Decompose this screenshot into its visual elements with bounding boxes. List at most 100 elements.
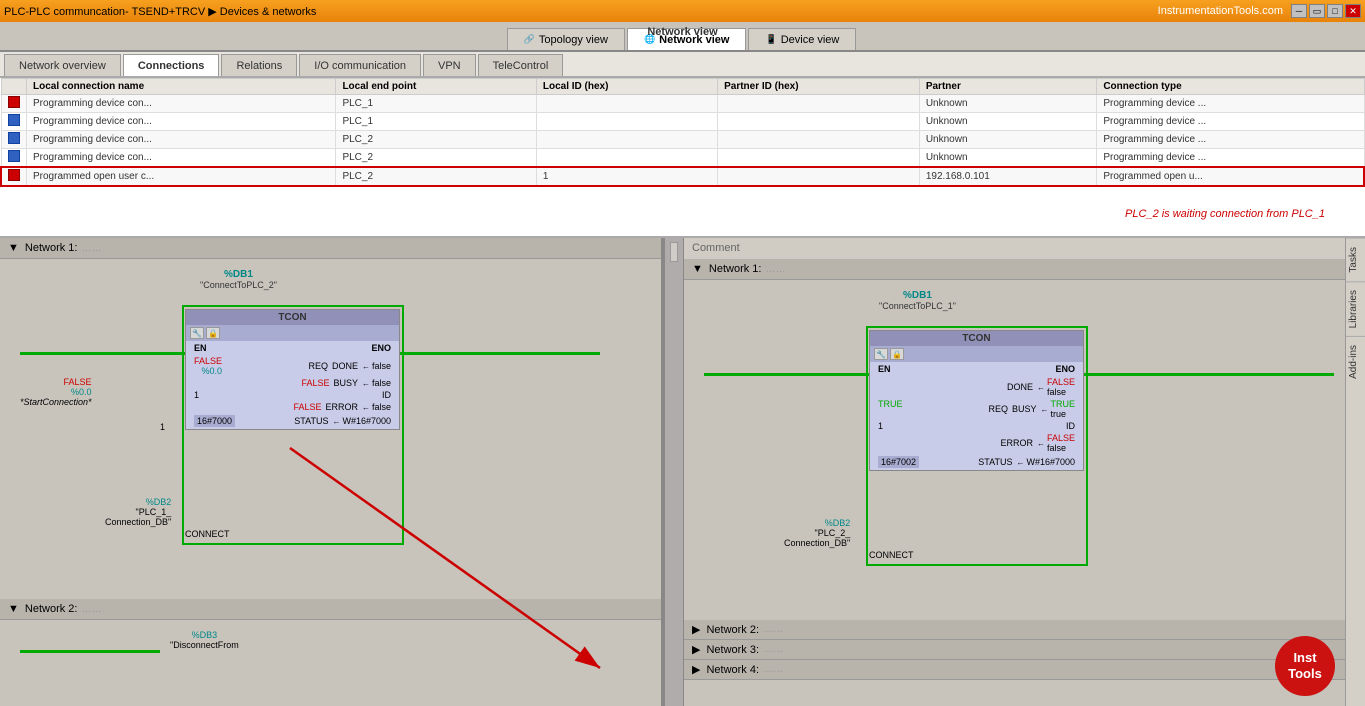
minimize-btn[interactable]: ─ [1291, 4, 1307, 18]
sidebar-libraries[interactable]: Libraries [1346, 281, 1365, 336]
left-start-conn-block: FALSE %0.0 *StartConnection* [20, 377, 92, 407]
topology-view-tab[interactable]: 🔗 Topology view [507, 28, 625, 50]
right-true2: TRUE [878, 399, 903, 409]
table-row[interactable]: Programming device con... PLC_1 Unknown … [1, 95, 1364, 113]
tab-io-communication[interactable]: I/O communication [299, 54, 421, 76]
row-icon-red [8, 96, 20, 108]
row-local-id [536, 113, 717, 131]
table-row[interactable]: Programming device con... PLC_1 Unknown … [1, 113, 1364, 131]
right-error-label: ERROR [1000, 438, 1033, 448]
right-done-row: DONE ← FALSE false [870, 376, 1083, 398]
comment-label: Comment [684, 238, 1345, 259]
left-false1-outer: FALSE [20, 377, 92, 387]
left-pct0: %0.0 [194, 366, 222, 376]
left-conn-db: Connection_DB" [105, 517, 171, 527]
tab-relations[interactable]: Relations [221, 54, 297, 76]
col-local-name: Local connection name [27, 79, 336, 95]
right-false-done: false [1047, 387, 1075, 397]
col-partner: Partner [919, 79, 1096, 95]
collapse-icon2[interactable]: ▼ [8, 603, 19, 615]
right-db1-name: "ConnectToPLC_1" [879, 301, 956, 311]
row-local-name: Programming device con... [27, 149, 336, 168]
left-en-label: EN [194, 343, 207, 353]
left-req-label: REQ [308, 361, 328, 371]
right-network1-dots: …… [765, 264, 785, 275]
right-id-val: 1 [878, 421, 883, 431]
right-collapse-icon[interactable]: ▼ [692, 263, 703, 275]
collapse-icon[interactable]: ▼ [8, 242, 19, 254]
row-conn-type: Programmed open u... [1097, 167, 1364, 186]
network-view-center-label: Network view [647, 26, 717, 38]
right-tcon-icon2[interactable]: 🔒 [890, 348, 904, 360]
sidebar-tasks[interactable]: Tasks [1346, 238, 1365, 281]
right-db2-block: %DB2 "PLC_2_ Connection_DB" [784, 518, 850, 548]
left-connect: CONNECT [185, 529, 230, 539]
row-local-id [536, 131, 717, 149]
row-icon-blue [8, 132, 20, 144]
left-tcon-title: TCON [186, 310, 399, 325]
left-error-label: ERROR [325, 402, 358, 412]
right-false-error: false [1047, 443, 1075, 453]
left-network2-content: %DB3 "DisconnectFrom [0, 620, 661, 700]
right-collapse4[interactable]: ▶ [692, 663, 700, 676]
tab-vpn[interactable]: VPN [423, 54, 476, 76]
website-label: InstrumentationTools.com [1158, 5, 1283, 17]
right-false2: FALSE [1047, 433, 1075, 443]
right-tcon-icon1[interactable]: 🔧 [874, 348, 888, 360]
right-en-line [704, 373, 869, 376]
sidebar-addins[interactable]: Add-ins [1346, 336, 1365, 387]
scroll-handle[interactable] [670, 242, 678, 262]
right-error-row: ERROR ← FALSE false [870, 432, 1083, 454]
right-network3-header[interactable]: ▶ Network 3: …… [684, 640, 1345, 660]
left-done-label: DONE [332, 361, 358, 371]
right-true-busy-val: true [1051, 409, 1076, 419]
row-partner: Unknown [919, 131, 1096, 149]
row-local-name: Programming device con... [27, 95, 336, 113]
close-btn[interactable]: ✕ [1345, 4, 1361, 18]
row-local-id [536, 95, 717, 113]
right-id-1: 1 [878, 421, 883, 431]
left-busy-out: ← false [362, 378, 391, 388]
maximize-btn[interactable]: □ [1327, 4, 1343, 18]
left-network-panel: ▼ Network 1: …… %DB1 "ConnectToPLC_2" TC… [0, 238, 664, 706]
right-collapse2[interactable]: ▶ [692, 623, 700, 636]
left-false-done: false [372, 361, 391, 371]
titlebar: PLC-PLC communcation- TSEND+TRCV ▶ Devic… [0, 0, 1365, 22]
right-en-eno: EN ENO [870, 362, 1083, 376]
tab-network-overview[interactable]: Network overview [4, 54, 121, 76]
row-local-id: 1 [536, 167, 717, 186]
left-db2-label: %DB2 [105, 497, 171, 507]
right-true-busy: TRUE [1051, 399, 1076, 409]
restore-btn[interactable]: ▭ [1309, 4, 1325, 18]
tab-telecontrol[interactable]: TeleControl [478, 54, 564, 76]
left-tcon-icon2[interactable]: 🔒 [206, 327, 220, 339]
left-one: 1 [194, 390, 199, 400]
right-conn-db: Connection_DB" [784, 538, 850, 548]
titlebar-title: PLC-PLC communcation- TSEND+TRCV ▶ Devic… [4, 5, 316, 18]
right-collapse3[interactable]: ▶ [692, 643, 700, 656]
left-req-left: FALSE %0.0 [194, 356, 222, 376]
right-network2-header[interactable]: ▶ Network 2: …… [684, 620, 1345, 640]
left-status-out: ← W#16#7000 [332, 416, 391, 426]
connection-tabs: Network overview Connections Relations I… [0, 52, 1365, 78]
inst-logo-line1: Inst [1293, 650, 1316, 666]
left-status-label: STATUS [294, 416, 328, 426]
right-network4-header[interactable]: ▶ Network 4: …… [684, 660, 1345, 680]
right-hex-label: 16#7002 [878, 456, 919, 468]
table-row-highlighted[interactable]: Programmed open user c... PLC_2 1 192.16… [1, 167, 1364, 186]
main-container: Network overview Connections Relations I… [0, 52, 1365, 706]
right-tcon-block: TCON 🔧 🔒 EN ENO [869, 330, 1084, 471]
left-tcon-icon1[interactable]: 🔧 [190, 327, 204, 339]
row-conn-type: Programming device ... [1097, 149, 1364, 168]
right-network2-label: Network 2: [706, 624, 759, 636]
device-view-tab[interactable]: 📱 Device view [748, 28, 856, 50]
right-req-row: TRUE REQ BUSY ← TRUE true [870, 398, 1083, 420]
network2-dots: …… [81, 604, 101, 615]
table-row[interactable]: Programming device con... PLC_2 Unknown … [1, 131, 1364, 149]
table-row[interactable]: Programming device con... PLC_2 Unknown … [1, 149, 1364, 168]
row-local-id [536, 149, 717, 168]
left-n2-line [20, 650, 160, 653]
right-done-label: DONE [1007, 382, 1033, 392]
tab-connections[interactable]: Connections [123, 54, 220, 76]
row-local-name: Programming device con... [27, 113, 336, 131]
